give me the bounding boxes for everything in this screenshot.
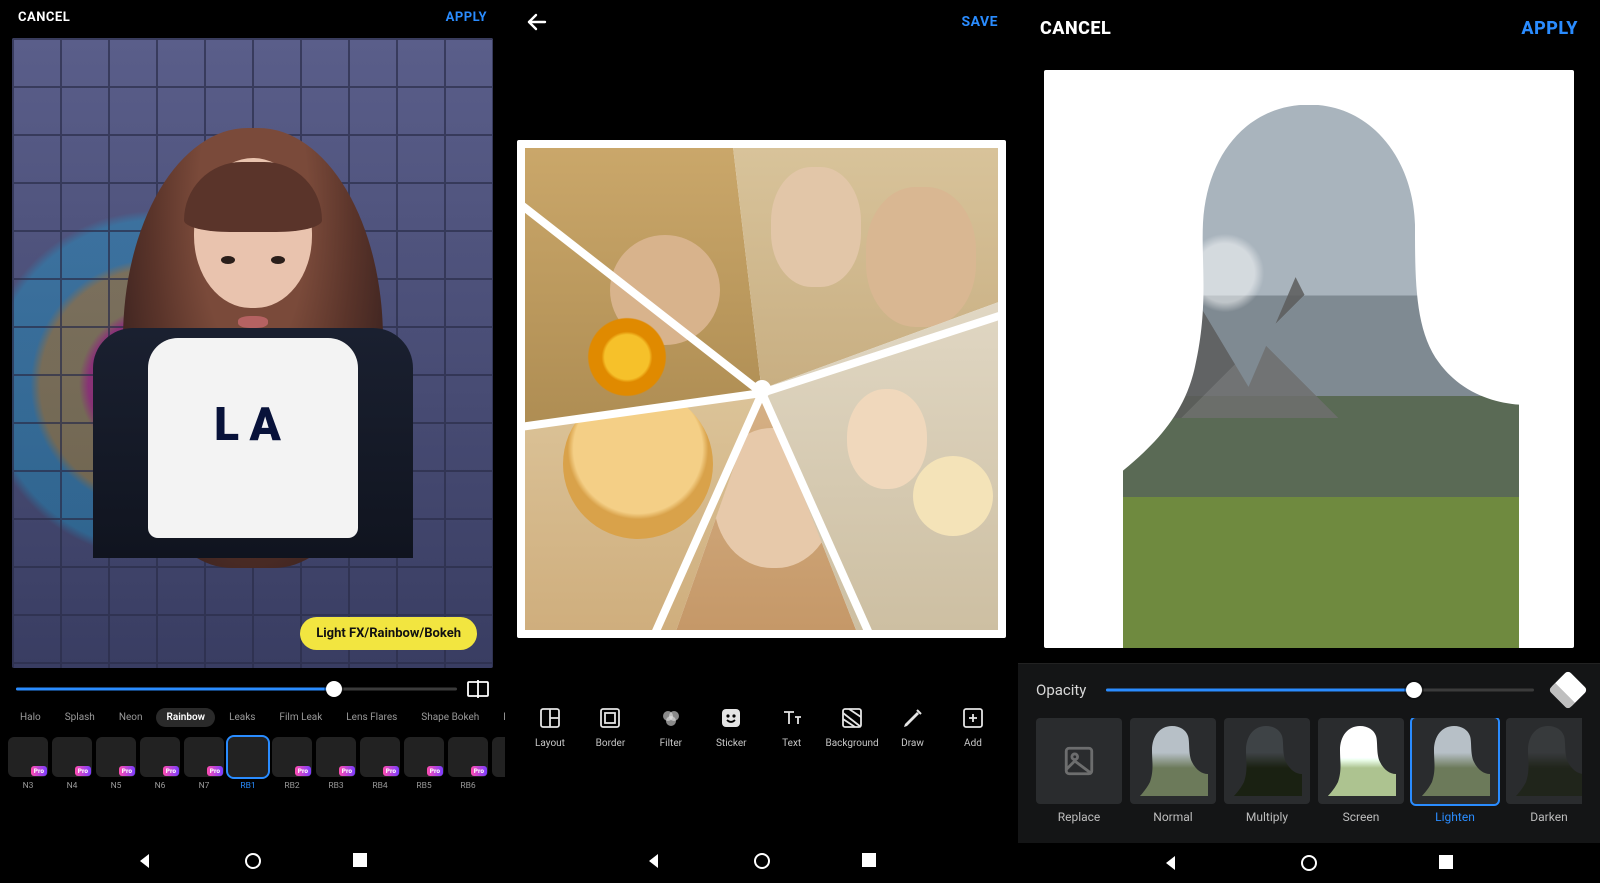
- blend-mode-multiply[interactable]: Multiply: [1224, 718, 1310, 824]
- preset-thumb-n5[interactable]: ProN5: [96, 737, 136, 791]
- nav-recent-icon[interactable]: [861, 852, 879, 870]
- category-tab-film-leak[interactable]: Film Leak: [269, 708, 332, 727]
- compare-before-after-icon[interactable]: [467, 680, 489, 698]
- save-button[interactable]: SAVE: [962, 14, 999, 30]
- preset-thumb-rb3[interactable]: ProRB3: [316, 737, 356, 791]
- tool-background[interactable]: Background: [825, 706, 879, 749]
- back-arrow-icon[interactable]: [525, 10, 549, 34]
- preset-thumb-rb1[interactable]: RB1: [228, 737, 268, 791]
- screen-collage-editor: SAVE LayoutBorderFilterStickerTextBackgr…: [505, 0, 1018, 883]
- nav-home-icon[interactable]: [244, 852, 262, 870]
- blend-mode-normal[interactable]: Normal: [1130, 718, 1216, 824]
- collage-tool-bar: LayoutBorderFilterStickerTextBackgroundD…: [505, 694, 1018, 757]
- blend-mode-screen[interactable]: Screen: [1318, 718, 1404, 824]
- preset-thumb-rb4[interactable]: ProRB4: [360, 737, 400, 791]
- tool-draw[interactable]: Draw: [886, 706, 940, 749]
- tool-sticker[interactable]: Sticker: [704, 706, 758, 749]
- tool-border[interactable]: Border: [583, 706, 637, 749]
- preset-thumb-le1[interactable]: LE1: [492, 737, 505, 791]
- tool-add[interactable]: Add: [946, 706, 1000, 749]
- image-placeholder-icon: [1036, 718, 1122, 804]
- draw-icon: [901, 706, 925, 730]
- opacity-label: Opacity: [1036, 681, 1086, 699]
- preset-thumb-rb5[interactable]: ProRB5: [404, 737, 444, 791]
- editor-canvas[interactable]: Light FX/Rainbow/Bokeh: [12, 38, 493, 668]
- filter-icon: [659, 706, 683, 730]
- screen-filter-editor: CANCEL APPLY Light FX/Rainbow/Bokeh: [0, 0, 505, 883]
- apply-button[interactable]: APPLY: [1521, 18, 1578, 39]
- opacity-slider[interactable]: [1106, 680, 1534, 700]
- nav-back-icon[interactable]: [645, 852, 663, 870]
- layout-icon: [538, 706, 562, 730]
- background-icon: [840, 706, 864, 730]
- nav-home-icon[interactable]: [1300, 854, 1318, 872]
- category-tab-splash[interactable]: Splash: [55, 708, 105, 727]
- category-tab-halo[interactable]: Halo: [10, 708, 51, 727]
- tool-layout[interactable]: Layout: [523, 706, 577, 749]
- category-tab-shape-bokeh[interactable]: Shape Bokeh: [411, 708, 489, 727]
- effect-category-tabs: HaloSplashNeonRainbowLeaksFilm LeakLens …: [0, 704, 505, 731]
- preset-thumb-rb2[interactable]: ProRB2: [272, 737, 312, 791]
- nav-back-icon[interactable]: [1162, 854, 1180, 872]
- preset-thumb-n6[interactable]: ProN6: [140, 737, 180, 791]
- preset-thumb-n7[interactable]: ProN7: [184, 737, 224, 791]
- nav-recent-icon[interactable]: [352, 852, 370, 870]
- screen-double-exposure-editor: CANCEL APPLY Opacity ReplaceNormalM: [1018, 0, 1600, 883]
- android-nav-bar: [1018, 843, 1600, 883]
- apply-button[interactable]: APPLY: [446, 10, 487, 25]
- category-tab-leaks[interactable]: Leaks: [219, 708, 265, 727]
- android-nav-bar: [0, 839, 505, 883]
- preset-thumb-n4[interactable]: ProN4: [52, 737, 92, 791]
- blend-mode-lighten[interactable]: Lighten: [1412, 718, 1498, 824]
- photo-portrait-girl: [123, 118, 383, 658]
- eraser-icon[interactable]: [1548, 670, 1588, 710]
- effect-intensity-slider[interactable]: [16, 680, 457, 698]
- effect-breadcrumb-chip: Light FX/Rainbow/Bokeh: [300, 617, 477, 650]
- category-tab-rainbow[interactable]: Rainbow: [156, 708, 215, 727]
- blend-mode-strip: ReplaceNormalMultiplyScreenLightenDarken: [1036, 718, 1582, 824]
- preset-thumb-rb6[interactable]: ProRB6: [448, 737, 488, 791]
- add-icon: [961, 706, 985, 730]
- category-tab-bokeh[interactable]: Bokeh: [493, 708, 505, 727]
- nav-recent-icon[interactable]: [1438, 854, 1456, 872]
- blend-mode-replace[interactable]: Replace: [1036, 718, 1122, 824]
- category-tab-lens-flares[interactable]: Lens Flares: [336, 708, 407, 727]
- category-tab-neon[interactable]: Neon: [109, 708, 153, 727]
- tool-filter[interactable]: Filter: [644, 706, 698, 749]
- sticker-icon: [719, 706, 743, 730]
- preset-thumb-n3[interactable]: ProN3: [8, 737, 48, 791]
- border-icon: [598, 706, 622, 730]
- text-icon: [780, 706, 804, 730]
- nav-back-icon[interactable]: [136, 852, 154, 870]
- cancel-button[interactable]: CANCEL: [1040, 18, 1111, 39]
- effect-preset-strip: ProN3ProN4ProN5ProN6ProN7RB1ProRB2ProRB3…: [0, 731, 505, 795]
- blend-mode-darken[interactable]: Darken: [1506, 718, 1582, 824]
- android-nav-bar: [505, 839, 1018, 883]
- editor-canvas[interactable]: [1044, 70, 1574, 648]
- nav-home-icon[interactable]: [753, 852, 771, 870]
- cancel-button[interactable]: CANCEL: [18, 10, 70, 25]
- collage-canvas[interactable]: [517, 140, 1006, 638]
- double-exposure-silhouette: [1099, 105, 1519, 648]
- blend-panel: Opacity ReplaceNormalMultiplyScreenLight…: [1018, 663, 1600, 843]
- tool-text[interactable]: Text: [765, 706, 819, 749]
